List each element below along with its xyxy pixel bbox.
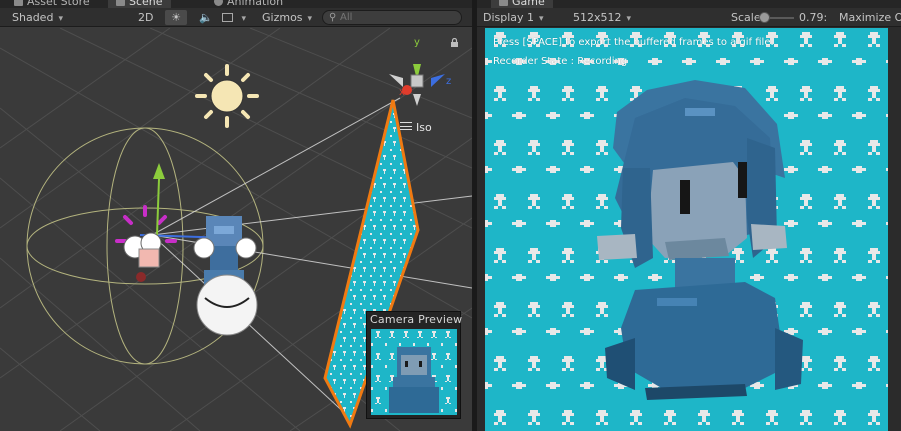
- scale-label: Scale: [731, 11, 761, 24]
- gizmos-dropdown[interactable]: Gizmos: [262, 10, 312, 25]
- sun-light-icon[interactable]: [195, 64, 259, 128]
- axis-y-label: y: [414, 37, 420, 48]
- tab-asset-store[interactable]: Asset Store: [6, 0, 98, 8]
- scene-panel: Asset Store Scene Animation Shaded 2D ☀ …: [0, 0, 472, 431]
- scene-effects-dropdown[interactable]: [222, 10, 246, 25]
- display-dropdown[interactable]: Display 1: [483, 10, 544, 25]
- search-icon: ⚲: [329, 12, 337, 23]
- game-view[interactable]: Press [SPACE] to export the buffered fra…: [485, 28, 888, 431]
- image-icon: [222, 13, 233, 22]
- tab-animation[interactable]: Animation: [206, 0, 291, 8]
- projection-label[interactable]: Iso: [416, 121, 432, 134]
- audio-icon: 🔈: [199, 11, 213, 24]
- maximize-on-play-button[interactable]: Maximize On: [834, 10, 901, 25]
- scale-slider-handle[interactable]: [759, 12, 770, 23]
- export-instructions: Press [SPACE] to export the buffered fra…: [493, 37, 774, 48]
- voxel-bust: [597, 80, 803, 400]
- 2d-toggle-button[interactable]: 2D: [133, 10, 158, 25]
- scene-audio-toggle[interactable]: 🔈: [194, 10, 216, 25]
- scene-search[interactable]: ⚲: [322, 10, 462, 25]
- shading-mode-dropdown[interactable]: Shaded: [12, 10, 63, 25]
- white-sphere[interactable]: [196, 274, 258, 336]
- game-tab-icon: [499, 0, 508, 6]
- axis-x-label: x: [399, 87, 405, 98]
- asset-store-tab-icon: [14, 0, 23, 6]
- tab-scene[interactable]: Scene: [108, 0, 171, 8]
- camera-preview-title: Camera Preview: [370, 313, 463, 326]
- scene-lighting-toggle[interactable]: ☀: [165, 10, 187, 25]
- scene-search-input[interactable]: [340, 11, 455, 24]
- game-panel: Game Display 1 512x512 Scale 0.79: Maxim…: [477, 0, 901, 431]
- lock-icon[interactable]: [450, 38, 459, 47]
- scene-tab-icon: [116, 0, 125, 6]
- scene-tabbar: Asset Store Scene Animation: [0, 0, 472, 8]
- iso-icon: [400, 122, 412, 130]
- camera-preview-view: [371, 329, 457, 415]
- game-toolbar: Display 1 512x512 Scale 0.79: Maximize O…: [477, 8, 901, 27]
- camera-preview: Camera Preview: [366, 311, 463, 419]
- axis-z-label: z: [446, 76, 451, 87]
- lighting-icon: ☀: [171, 11, 181, 24]
- game-tabbar: Game: [477, 0, 901, 8]
- scale-value: 0.79:: [799, 11, 828, 24]
- animation-tab-icon: [214, 0, 223, 6]
- scene-toolbar: Shaded 2D ☀ 🔈 Gizmos ⚲: [0, 8, 472, 27]
- resolution-dropdown[interactable]: 512x512: [573, 10, 631, 25]
- tab-game[interactable]: Game: [491, 0, 553, 8]
- game-render: [485, 28, 888, 431]
- recorder-state: Recorder State : Recording: [493, 56, 628, 67]
